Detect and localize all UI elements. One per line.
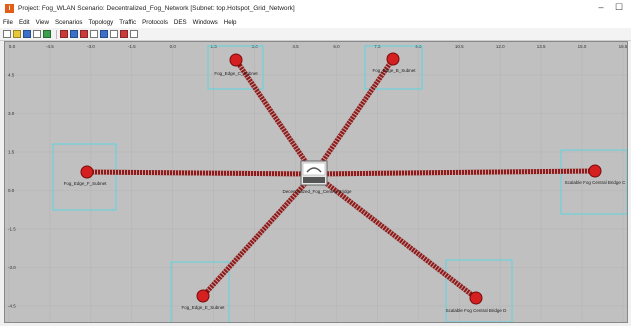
menu-windows[interactable]: Windows [193,19,218,26]
open-folder-icon[interactable] [3,30,11,38]
menu-scenarios[interactable]: Scenarios [55,19,83,26]
node-right[interactable]: Scalable Fog Central Bridge C [565,164,627,185]
toolbar-separator [56,29,57,39]
x-tick-label: 4.5 [292,44,299,49]
view-icon[interactable] [120,30,128,38]
zoom-in-icon[interactable] [70,30,78,38]
menu-des[interactable]: DES [174,19,187,26]
toolbar [0,28,631,41]
maximize-button[interactable]: ☐ [612,2,626,13]
x-tick-label: 12.0 [496,44,505,49]
router-node-icon[interactable] [80,165,94,179]
bridge-base [303,177,325,183]
minimize-button[interactable]: – [594,2,608,12]
router-node-icon[interactable] [386,52,400,66]
x-tick-label: 0.0 [170,44,177,49]
x-tick-label: 13.5 [537,44,546,49]
node-left[interactable]: Fog_Edge_F_Subnet [64,165,108,186]
x-tick-label: 5.0 [9,44,16,49]
node-label: Fog_Edge_C_Subnet [214,71,258,76]
y-tick-label: 1.5 [8,150,15,155]
router-node-icon[interactable] [229,53,243,67]
node-bottom-right[interactable]: Scalable Fog Central Bridge D [446,291,508,313]
filter-icon[interactable] [90,30,98,38]
menu-topology[interactable]: Topology [88,19,113,26]
x-tick-label: 15.0 [578,44,587,49]
app-logo-icon: I [5,4,14,13]
object-icon[interactable] [43,30,51,38]
y-tick-label: -1.5 [8,227,16,232]
y-tick-label: 3.0 [8,111,15,116]
y-tick-label: -3.0 [8,265,16,270]
menu-bar: File Edit View Scenarios Topology Traffi… [0,17,631,28]
bridge-screen [302,162,326,176]
zoom-out-icon[interactable] [80,30,88,38]
node-top-right[interactable]: Fog_Edge_B_Subnet [372,52,416,73]
node-bottom-left[interactable]: Fog_Edge_E_Subnet [181,289,225,310]
center-node[interactable]: Decentralized_Fog_Central Bridge [282,160,352,194]
network-canvas[interactable]: 5.0 -4.5 -3.0 -1.5 0.0 1.5 3.0 4.5 6.0 7.5 9.0 10.5… [4,41,628,323]
router-node-icon[interactable] [588,164,602,178]
links [86,57,596,300]
print-icon[interactable] [23,30,31,38]
y-tick-label: 0.0 [8,188,15,193]
topology-diagram: 5.0 -4.5 -3.0 -1.5 0.0 1.5 3.0 4.5 6.0 7.5 9.0 10.5… [5,42,627,322]
x-tick-label: 10.5 [455,44,464,49]
node-label: Fog_Edge_B_Subnet [372,68,416,73]
menu-file[interactable]: File [3,19,13,26]
router-node-icon[interactable] [196,289,210,303]
node-top-left[interactable]: Fog_Edge_C_Subnet [214,53,258,76]
node-label: Fog_Edge_E_Subnet [181,305,225,310]
paint-icon[interactable] [110,30,118,38]
menu-edit[interactable]: Edit [19,19,30,26]
title-bar: I Project: Fog_WLAN Scenario: Decentrali… [0,0,631,17]
palette-icon[interactable] [33,30,41,38]
center-node-label: Decentralized_Fog_Central Bridge [282,189,352,194]
y-tick-label: 4.5 [8,73,15,78]
node-label: Scalable Fog Central Bridge D [446,308,508,313]
menu-view[interactable]: View [36,19,49,26]
menu-traffic[interactable]: Traffic [119,19,136,26]
config-icon[interactable] [130,30,138,38]
x-tick-label: -1.5 [128,44,136,49]
x-tick-label: 6.0 [333,44,340,49]
x-tick-label: 16.5 [619,44,627,49]
router-node-icon[interactable] [469,291,483,305]
save-icon[interactable] [13,30,21,38]
x-tick-label: -3.0 [87,44,95,49]
node-label: Scalable Fog Central Bridge C [565,180,627,185]
node-label: Fog_Edge_F_Subnet [64,181,108,186]
window-title: Project: Fog_WLAN Scenario: Decentralize… [18,5,295,12]
y-tick-label: -4.5 [8,304,16,309]
menu-protocols[interactable]: Protocols [142,19,168,26]
run-icon[interactable] [100,30,108,38]
stop-icon[interactable] [60,30,68,38]
x-tick-label: -4.5 [46,44,54,49]
menu-help[interactable]: Help [224,19,237,26]
